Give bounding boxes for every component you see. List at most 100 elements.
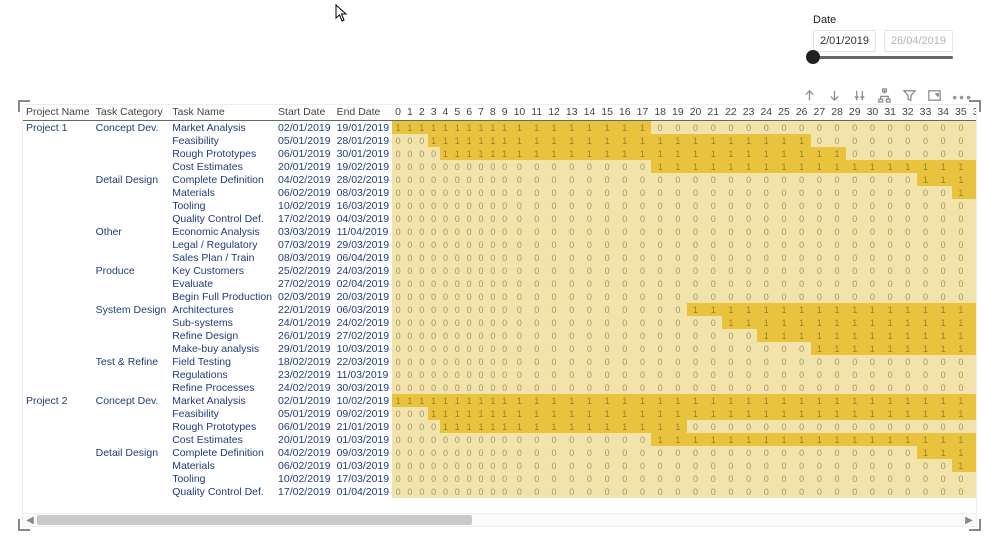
col-day-4[interactable]: 4: [440, 105, 452, 121]
col-day-15[interactable]: 15: [598, 105, 616, 121]
table-row[interactable]: Evaluate27/02/201902/04/2019000000000000…: [23, 277, 976, 290]
col-task-category[interactable]: Task Category: [93, 105, 170, 121]
col-day-27[interactable]: 27: [811, 105, 829, 121]
table-row[interactable]: Quality Control Def.17/02/201901/04/2019…: [23, 485, 976, 498]
cell-day: 0: [392, 264, 404, 277]
col-day-0[interactable]: 0: [392, 105, 404, 121]
table-row[interactable]: ProduceKey Customers25/02/201924/03/2019…: [23, 264, 976, 277]
col-day-11[interactable]: 11: [528, 105, 545, 121]
col-day-24[interactable]: 24: [757, 105, 775, 121]
table-row[interactable]: Detail DesignComplete Definition04/02/20…: [23, 173, 976, 186]
col-day-7[interactable]: 7: [475, 105, 487, 121]
table-row[interactable]: Feasibility05/01/201928/01/2019000111111…: [23, 134, 976, 147]
col-day-6[interactable]: 6: [463, 105, 475, 121]
col-day-29[interactable]: 29: [846, 105, 864, 121]
selection-handle[interactable]: [969, 519, 981, 531]
date-start-input[interactable]: 2/01/2019: [813, 30, 876, 52]
cell-day: 0: [616, 472, 634, 485]
col-day-14[interactable]: 14: [581, 105, 599, 121]
cell-day: 0: [846, 381, 864, 394]
cell-day: 0: [740, 277, 758, 290]
cell-end-date: 02/04/2019: [334, 277, 393, 290]
table-row[interactable]: Project 1Concept Dev.Market Analysis02/0…: [23, 121, 976, 135]
col-day-5[interactable]: 5: [451, 105, 463, 121]
col-day-12[interactable]: 12: [545, 105, 563, 121]
col-day-35[interactable]: 35: [952, 105, 970, 121]
date-end-input[interactable]: 26/04/2019: [884, 30, 953, 52]
scrollbar-thumb[interactable]: [37, 515, 472, 525]
table-row[interactable]: OtherEconomic Analysis03/03/201911/04/20…: [23, 225, 976, 238]
table-row[interactable]: Regulations23/02/201911/03/2019000000000…: [23, 368, 976, 381]
col-day-3[interactable]: 3: [428, 105, 440, 121]
col-end-date[interactable]: End Date: [334, 105, 393, 121]
table-row[interactable]: Refine Design26/01/201927/02/20190000000…: [23, 329, 976, 342]
col-day-34[interactable]: 34: [934, 105, 952, 121]
col-day-21[interactable]: 21: [704, 105, 722, 121]
cell-day: 0: [616, 173, 634, 186]
table-row[interactable]: Rough Prototypes06/01/201921/01/20190000…: [23, 420, 976, 433]
table-row[interactable]: Materials06/02/201908/03/201900000000000…: [23, 186, 976, 199]
cell-day: 1: [487, 134, 499, 147]
cell-day: 0: [392, 160, 404, 173]
col-day-28[interactable]: 28: [828, 105, 846, 121]
col-day-20[interactable]: 20: [687, 105, 705, 121]
col-day-9[interactable]: 9: [499, 105, 511, 121]
cell-day: 0: [651, 303, 669, 316]
cell-day: 0: [846, 147, 864, 160]
cell-day: 0: [775, 472, 793, 485]
table-row[interactable]: Project 2Concept Dev.Market Analysis02/0…: [23, 394, 976, 407]
cell-day: 0: [428, 225, 440, 238]
col-task-name[interactable]: Task Name: [169, 105, 275, 121]
col-day-13[interactable]: 13: [563, 105, 581, 121]
table-row[interactable]: Detail DesignComplete Definition04/02/20…: [23, 446, 976, 459]
col-day-8[interactable]: 8: [487, 105, 499, 121]
table-row[interactable]: Feasibility05/01/201909/02/2019000111111…: [23, 407, 976, 420]
selection-handle[interactable]: [18, 519, 30, 531]
col-day-1[interactable]: 1: [404, 105, 416, 121]
table-row[interactable]: Cost Estimates20/01/201919/02/2019000000…: [23, 160, 976, 173]
col-day-22[interactable]: 22: [722, 105, 740, 121]
table-row[interactable]: Refine Processes24/02/201930/03/20190000…: [23, 381, 976, 394]
table-row[interactable]: Begin Full Production02/03/201920/03/201…: [23, 290, 976, 303]
col-day-23[interactable]: 23: [740, 105, 758, 121]
col-day-26[interactable]: 26: [793, 105, 811, 121]
col-day-16[interactable]: 16: [616, 105, 634, 121]
col-day-33[interactable]: 33: [917, 105, 935, 121]
col-day-2[interactable]: 2: [416, 105, 428, 121]
table-row[interactable]: System DesignArchitectures22/01/201906/0…: [23, 303, 976, 316]
col-day-31[interactable]: 31: [881, 105, 899, 121]
col-day-18[interactable]: 18: [651, 105, 669, 121]
date-slider[interactable]: [813, 56, 953, 59]
horizontal-scrollbar[interactable]: ◀ ▶: [23, 513, 976, 526]
table-row[interactable]: Rough Prototypes06/01/201930/01/20190000…: [23, 147, 976, 160]
table-row[interactable]: Test & RefineField Testing18/02/201922/0…: [23, 355, 976, 368]
col-day-17[interactable]: 17: [634, 105, 652, 121]
col-start-date[interactable]: Start Date: [275, 105, 334, 121]
table-row[interactable]: Sub-systems24/01/201924/02/2019000000000…: [23, 316, 976, 329]
date-slicer[interactable]: Date 2/01/2019 26/04/2019: [813, 14, 953, 59]
cell-day: 0: [440, 186, 452, 199]
col-day-19[interactable]: 19: [669, 105, 687, 121]
cell-task-name: Tooling: [169, 472, 275, 485]
cell-day: 0: [793, 368, 811, 381]
col-day-36[interactable]: 36: [970, 105, 976, 121]
col-day-32[interactable]: 32: [899, 105, 917, 121]
col-day-25[interactable]: 25: [775, 105, 793, 121]
col-project-name[interactable]: Project Name: [23, 105, 93, 121]
cell-day: 0: [775, 186, 793, 199]
table-row[interactable]: Tooling10/02/201917/03/20190000000000000…: [23, 472, 976, 485]
cell-task-name: Legal / Regulatory: [169, 238, 275, 251]
table-row[interactable]: Legal / Regulatory07/03/201929/03/201900…: [23, 238, 976, 251]
table-row[interactable]: Make-buy analysis29/01/201910/03/2019000…: [23, 342, 976, 355]
col-day-10[interactable]: 10: [511, 105, 529, 121]
table-row[interactable]: Materials06/02/201901/03/201900000000000…: [23, 459, 976, 472]
table-row[interactable]: Cost Estimates20/01/201901/03/2019000000…: [23, 433, 976, 446]
cell-day: 0: [934, 264, 952, 277]
table-row[interactable]: Quality Control Def.17/02/201904/03/2019…: [23, 212, 976, 225]
table-row[interactable]: Sales Plan / Train08/03/201906/04/201900…: [23, 251, 976, 264]
table-row[interactable]: Tooling10/02/201916/03/20190000000000000…: [23, 199, 976, 212]
date-slider-thumb[interactable]: [806, 50, 820, 64]
col-day-30[interactable]: 30: [864, 105, 882, 121]
matrix-scroll-area[interactable]: Project NameTask CategoryTask NameStart …: [23, 105, 976, 513]
matrix-visual[interactable]: Project NameTask CategoryTask NameStart …: [22, 104, 977, 527]
